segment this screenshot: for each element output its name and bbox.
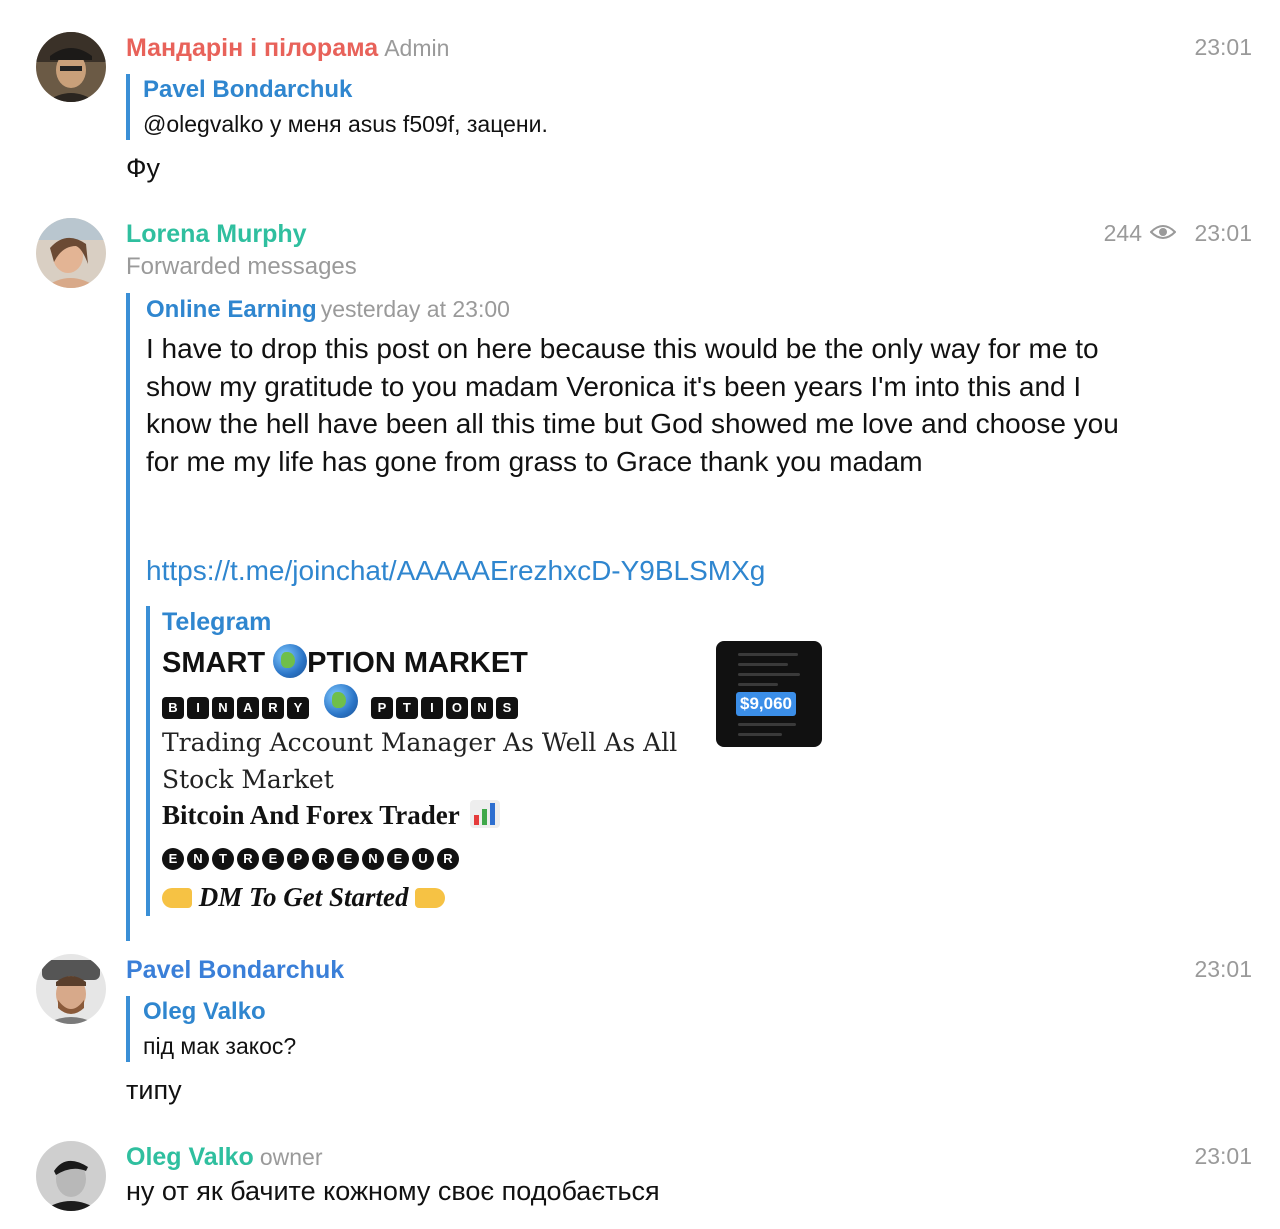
letter-tile: N bbox=[212, 697, 234, 719]
letter-tile: Y bbox=[287, 697, 309, 719]
message-text: ну от як бачите кожному своє подобається bbox=[126, 1176, 660, 1206]
letter-tile: U bbox=[412, 848, 434, 870]
letter-tile: N bbox=[187, 848, 209, 870]
avatar[interactable] bbox=[36, 32, 106, 102]
role-badge: owner bbox=[259, 1144, 323, 1170]
message-text: Фу bbox=[126, 153, 161, 183]
eye-icon bbox=[1149, 220, 1177, 247]
forward-header[interactable]: Online Earning yesterday at 23:00 bbox=[146, 296, 510, 324]
preview-title: SMART PTION MARKET bbox=[162, 644, 528, 680]
globe-icon bbox=[273, 644, 308, 678]
letter-tile: E bbox=[262, 848, 284, 870]
letter-tile: R bbox=[262, 697, 284, 719]
letter-tile: O bbox=[445, 697, 468, 719]
reply-text: під мак закос? bbox=[143, 1033, 297, 1059]
preview-line-stock: Stock Market bbox=[162, 765, 334, 794]
letter-tile: P bbox=[370, 697, 393, 719]
letter-tile: T bbox=[212, 848, 234, 870]
preview-line-dm: DM To Get Started bbox=[162, 882, 446, 913]
letter-tile: E bbox=[162, 848, 184, 870]
letter-tile: I bbox=[187, 697, 209, 719]
reply-author: Oleg Valko bbox=[143, 998, 266, 1025]
link-preview-bar bbox=[146, 606, 150, 916]
author-label: Мандарін і пілорама bbox=[126, 34, 379, 62]
letter-tile: N bbox=[362, 848, 384, 870]
preview-line-binary-options: BINARY PTIONS bbox=[162, 684, 521, 719]
letter-tile: S bbox=[495, 697, 518, 719]
author-name[interactable]: Pavel Bondarchuk bbox=[126, 956, 344, 985]
preview-line-trading: Trading Account Manager As Well As All bbox=[162, 728, 678, 757]
preview-thumbnail[interactable]: $9,060 bbox=[716, 641, 822, 747]
letter-tile: P bbox=[287, 848, 309, 870]
message-time: 23:01 bbox=[1194, 1143, 1252, 1169]
author-name[interactable]: Oleg Valko owner bbox=[126, 1143, 323, 1172]
avatar[interactable] bbox=[36, 954, 106, 1024]
forwarded-label: Forwarded messages bbox=[126, 253, 357, 280]
pointing-hand-icon bbox=[415, 888, 446, 908]
view-count: 244 bbox=[1103, 220, 1142, 246]
avatar[interactable] bbox=[36, 218, 106, 288]
author-label: Oleg Valko bbox=[126, 1143, 254, 1171]
forward-channel: Online Earning bbox=[146, 296, 317, 323]
letter-tile: R bbox=[437, 848, 459, 870]
letter-tile: N bbox=[470, 697, 493, 719]
letter-tile: E bbox=[387, 848, 409, 870]
letter-tile: A bbox=[237, 697, 259, 719]
preview-line-bitcoin: Bitcoin And Forex Trader bbox=[162, 800, 501, 831]
forward-text: I have to drop this post on here because… bbox=[146, 333, 1119, 477]
pointing-hand-icon bbox=[162, 888, 192, 908]
letter-tile: B bbox=[162, 697, 184, 719]
reply-text: @olegvalko у меня asus f509f, зацени. bbox=[143, 111, 548, 137]
letter-tile: T bbox=[395, 697, 418, 719]
reply-quote[interactable]: Oleg Valko під мак закос? bbox=[126, 996, 296, 1062]
role-badge: Admin bbox=[384, 35, 450, 61]
message-text: типу bbox=[126, 1075, 182, 1105]
preview-site[interactable]: Telegram bbox=[162, 608, 271, 637]
forward-date: yesterday at 23:00 bbox=[320, 296, 510, 322]
avatar[interactable] bbox=[36, 1141, 106, 1211]
chart-icon bbox=[470, 800, 501, 828]
globe-icon bbox=[324, 684, 359, 718]
preview-line-entrepreneur: ENTREPRENEUR bbox=[162, 848, 462, 870]
forward-bar bbox=[126, 293, 130, 941]
view-counter: 244 bbox=[1103, 220, 1177, 247]
letter-tile: E bbox=[337, 848, 359, 870]
message-time: 23:01 bbox=[1194, 34, 1252, 60]
reply-author: Pavel Bondarchuk bbox=[143, 76, 353, 103]
letter-tile: R bbox=[312, 848, 334, 870]
author-name[interactable]: Lorena Murphy bbox=[126, 220, 307, 249]
message-time: 23:01 bbox=[1194, 220, 1252, 246]
invite-link[interactable]: https://t.me/joinchat/AAAAAErezhxcD-Y9BL… bbox=[146, 555, 765, 587]
author-name[interactable]: Мандарін і пілорама Admin bbox=[126, 34, 449, 63]
letter-tile: R bbox=[237, 848, 259, 870]
price-badge: $9,060 bbox=[736, 692, 796, 716]
letter-tile: I bbox=[420, 697, 443, 719]
message-time: 23:01 bbox=[1194, 956, 1252, 982]
reply-quote[interactable]: Pavel Bondarchuk @olegvalko у меня asus … bbox=[126, 74, 548, 140]
